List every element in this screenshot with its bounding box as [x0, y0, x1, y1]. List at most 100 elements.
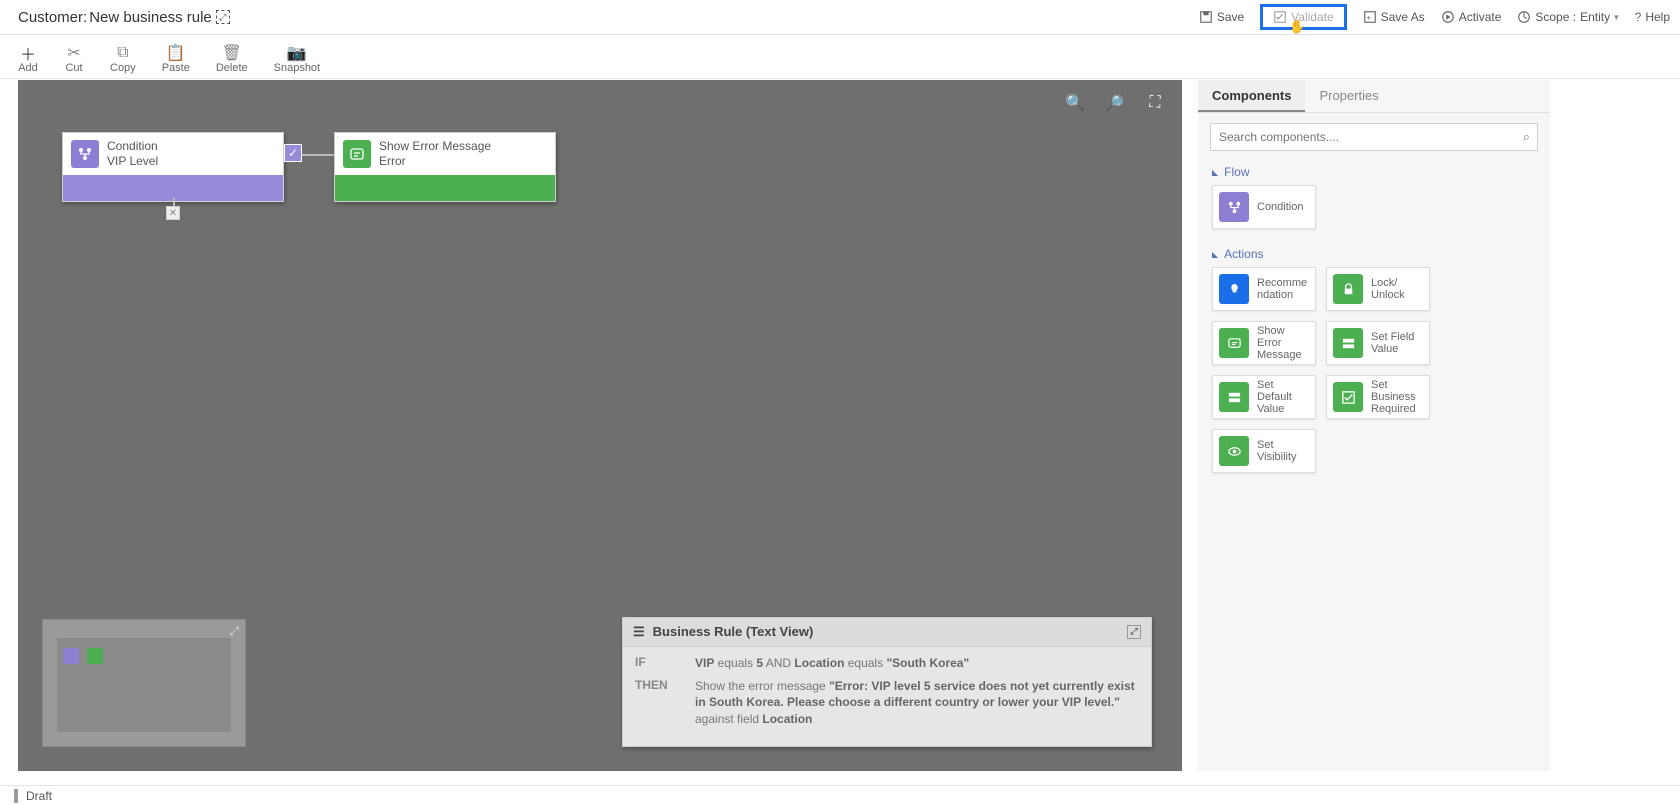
scope-label: Scope :	[1535, 10, 1576, 24]
error-strip	[335, 175, 555, 201]
validate-button[interactable]: Validate ✋	[1260, 4, 1346, 30]
comp-setdefault-label: Set Default Value	[1257, 379, 1309, 415]
minimap-viewport	[57, 638, 231, 732]
status-indicator-icon	[14, 789, 18, 803]
section-flow[interactable]: Flow	[1198, 161, 1550, 185]
minimap-expand-icon[interactable]: ⤢	[229, 624, 239, 639]
comp-setvisibility-label: Set Visibility	[1257, 439, 1297, 463]
delete-label: Delete	[216, 62, 248, 74]
search-input[interactable]	[1210, 123, 1538, 151]
comp-lock-label: Lock/ Unlock	[1371, 277, 1405, 301]
header-actions: Save Validate ✋ + Save As Activate Scope…	[1199, 4, 1670, 30]
condition-true-icon: ✓	[284, 144, 302, 162]
help-label: Help	[1645, 10, 1670, 24]
default-icon	[1219, 382, 1249, 412]
help-button[interactable]: ? Help	[1635, 10, 1670, 24]
condition-comp-icon	[1219, 192, 1249, 222]
error-title: Show Error Message	[379, 139, 491, 154]
cut-button[interactable]: ✂Cut	[64, 44, 84, 78]
title-prefix: Customer:	[18, 9, 87, 26]
message-icon	[1219, 328, 1249, 358]
comp-condition[interactable]: Condition	[1212, 185, 1316, 229]
copy-icon: ⧉	[113, 44, 133, 62]
delete-button[interactable]: 🗑Delete	[216, 44, 248, 78]
check-icon	[1333, 382, 1363, 412]
condition-node[interactable]: Condition VIP Level	[62, 132, 284, 202]
minimap-err-icon	[87, 648, 103, 664]
comp-setfield[interactable]: Set Field Value	[1326, 321, 1430, 365]
comp-bizrequired[interactable]: Set Business Required	[1326, 375, 1430, 419]
then-expression: Show the error message "Error: VIP level…	[695, 678, 1139, 728]
comp-recommendation[interactable]: Recomme ndation	[1212, 267, 1316, 311]
comp-bizrequired-label: Set Business Required	[1371, 379, 1416, 415]
comp-setdefault[interactable]: Set Default Value	[1212, 375, 1316, 419]
minimap-cond-icon	[63, 648, 79, 664]
paste-button[interactable]: 📋Paste	[162, 44, 190, 78]
zoom-out-icon[interactable]: 🔎	[1106, 94, 1124, 112]
camera-icon: 📷	[287, 44, 307, 62]
textview-icon: ☰	[633, 624, 645, 640]
snapshot-button[interactable]: 📷Snapshot	[274, 44, 320, 78]
comp-condition-label: Condition	[1257, 201, 1303, 213]
scissors-icon: ✂	[64, 44, 84, 62]
then-keyword: THEN	[635, 678, 695, 728]
textview-title: Business Rule (Text View)	[653, 624, 814, 639]
save-button[interactable]: Save	[1199, 10, 1244, 24]
copy-label: Copy	[110, 62, 136, 74]
comp-recommendation-label: Recomme ndation	[1257, 277, 1307, 301]
comp-showerror[interactable]: Show Error Message	[1212, 321, 1316, 365]
scope-dropdown[interactable]: Scope : Entity ▾	[1517, 10, 1618, 24]
section-actions[interactable]: Actions	[1198, 243, 1550, 267]
condition-false-icon[interactable]: ✕	[166, 206, 180, 220]
scope-value: Entity	[1580, 10, 1610, 24]
components-panel: Components Properties ⌕ Flow Condition A…	[1198, 80, 1550, 771]
validate-label: Validate	[1291, 10, 1333, 24]
minimap[interactable]: ⤢	[42, 619, 246, 747]
save-label: Save	[1217, 10, 1244, 24]
comp-setvisibility[interactable]: Set Visibility	[1212, 429, 1316, 473]
chevron-down-icon: ▾	[1614, 12, 1619, 23]
activate-label: Activate	[1459, 10, 1502, 24]
activate-button[interactable]: Activate	[1441, 10, 1502, 24]
textview-expand-icon[interactable]: ⤢	[1127, 625, 1141, 639]
eye-icon	[1219, 436, 1249, 466]
plus-icon: ＋	[18, 44, 38, 62]
lock-icon	[1333, 274, 1363, 304]
svg-text:+: +	[1366, 14, 1371, 23]
comp-lock[interactable]: Lock/ Unlock	[1326, 267, 1430, 311]
if-expression: VIP equals 5 AND Location equals "South …	[695, 655, 1139, 672]
snapshot-label: Snapshot	[274, 62, 320, 74]
window-header: Customer: New business rule ⤢ Save Valid…	[0, 0, 1680, 35]
clipboard-icon: 📋	[166, 44, 186, 62]
search-icon[interactable]: ⌕	[1523, 129, 1530, 145]
zoom-in-icon[interactable]: 🔍	[1066, 94, 1084, 112]
saveas-label: Save As	[1381, 10, 1425, 24]
title-name[interactable]: New business rule	[89, 9, 212, 26]
designer-canvas[interactable]: 🔍 🔎 ⛶ Condition VIP Level ✕ ✓	[18, 80, 1182, 771]
fit-screen-icon[interactable]: ⛶	[1146, 94, 1164, 112]
saveas-button[interactable]: + Save As	[1363, 10, 1425, 24]
tab-components[interactable]: Components	[1198, 80, 1305, 112]
trash-icon: 🗑	[222, 44, 242, 62]
expand-title-icon[interactable]: ⤢	[216, 10, 230, 24]
add-button[interactable]: ＋Add	[18, 44, 38, 78]
error-node[interactable]: Show Error Message Error	[334, 132, 556, 202]
text-view-panel: ☰ Business Rule (Text View) ⤢ IF VIP equ…	[622, 617, 1152, 747]
field-icon	[1333, 328, 1363, 358]
condition-title: Condition	[107, 139, 158, 154]
comp-showerror-label: Show Error Message	[1257, 325, 1309, 361]
comp-setfield-label: Set Field Value	[1371, 331, 1414, 355]
status-text: Draft	[26, 789, 52, 803]
tab-properties[interactable]: Properties	[1305, 80, 1392, 112]
copy-button[interactable]: ⧉Copy	[110, 44, 136, 78]
condition-subtitle: VIP Level	[107, 154, 158, 169]
condition-icon	[71, 140, 99, 168]
lightbulb-icon	[1219, 274, 1249, 304]
if-keyword: IF	[635, 655, 695, 672]
add-label: Add	[18, 62, 38, 74]
status-bar: Draft	[0, 785, 1680, 805]
paste-label: Paste	[162, 62, 190, 74]
error-action-icon	[343, 140, 371, 168]
cut-label: Cut	[65, 62, 82, 74]
edit-toolbar: ＋Add ✂Cut ⧉Copy 📋Paste 🗑Delete 📷Snapshot	[0, 35, 1680, 79]
